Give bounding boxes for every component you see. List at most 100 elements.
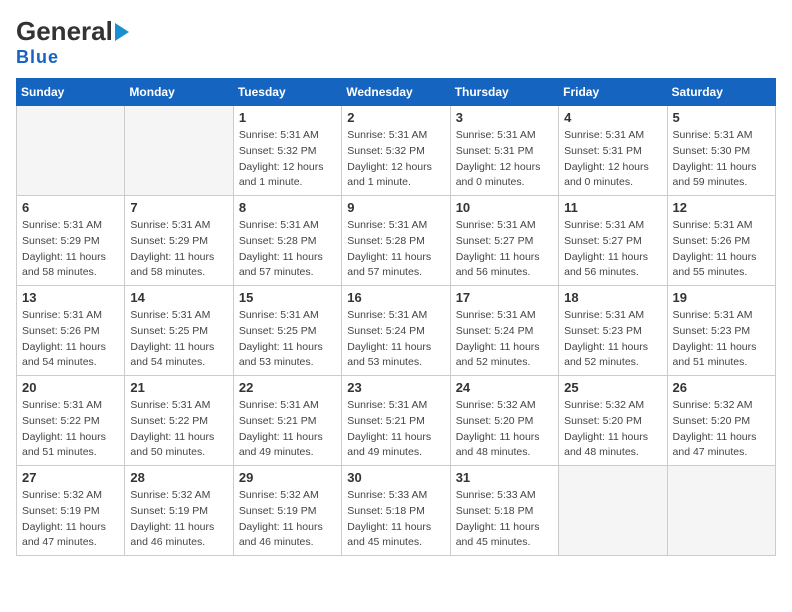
page-header: General Blue: [16, 16, 776, 68]
day-number: 11: [564, 200, 661, 215]
day-number: 3: [456, 110, 553, 125]
day-number: 22: [239, 380, 336, 395]
calendar-cell: 25 Sunrise: 5:32 AM Sunset: 5:20 PM Dayli…: [559, 376, 667, 466]
day-number: 23: [347, 380, 444, 395]
calendar-cell: 21 Sunrise: 5:31 AM Sunset: 5:22 PM Dayli…: [125, 376, 233, 466]
calendar-table: SundayMondayTuesdayWednesdayThursdayFrid…: [16, 78, 776, 556]
calendar-cell: [17, 106, 125, 196]
logo: General Blue: [16, 16, 129, 68]
calendar-cell: 27 Sunrise: 5:32 AM Sunset: 5:19 PM Dayli…: [17, 466, 125, 556]
day-detail: Sunrise: 5:31 AM Sunset: 5:26 PM Dayligh…: [673, 218, 770, 281]
calendar-cell: 6 Sunrise: 5:31 AM Sunset: 5:29 PM Daylig…: [17, 196, 125, 286]
calendar-cell: 4 Sunrise: 5:31 AM Sunset: 5:31 PM Daylig…: [559, 106, 667, 196]
day-number: 19: [673, 290, 770, 305]
day-number: 6: [22, 200, 119, 215]
day-detail: Sunrise: 5:32 AM Sunset: 5:20 PM Dayligh…: [456, 398, 553, 461]
day-detail: Sunrise: 5:31 AM Sunset: 5:25 PM Dayligh…: [130, 308, 227, 371]
calendar-cell: 19 Sunrise: 5:31 AM Sunset: 5:23 PM Dayli…: [667, 286, 775, 376]
calendar-cell: [125, 106, 233, 196]
calendar-cell: 16Sunrise: 5:31 AM Sunset: 5:24 PM Dayli…: [342, 286, 450, 376]
day-number: 21: [130, 380, 227, 395]
day-detail: Sunrise: 5:31 AM Sunset: 5:31 PM Dayligh…: [564, 128, 661, 191]
calendar-cell: 13Sunrise: 5:31 AM Sunset: 5:26 PM Dayli…: [17, 286, 125, 376]
calendar-body: 1 Sunrise: 5:31 AM Sunset: 5:32 PM Daylig…: [17, 106, 776, 556]
logo-arrow-icon: [115, 23, 129, 41]
day-number: 14: [130, 290, 227, 305]
day-number: 5: [673, 110, 770, 125]
day-detail: Sunrise: 5:31 AM Sunset: 5:27 PM Dayligh…: [564, 218, 661, 281]
day-number: 10: [456, 200, 553, 215]
day-detail: Sunrise: 5:31 AM Sunset: 5:22 PM Dayligh…: [130, 398, 227, 461]
day-detail: Sunrise: 5:32 AM Sunset: 5:20 PM Dayligh…: [564, 398, 661, 461]
calendar-week-1: 1 Sunrise: 5:31 AM Sunset: 5:32 PM Daylig…: [17, 106, 776, 196]
day-detail: Sunrise: 5:32 AM Sunset: 5:19 PM Dayligh…: [239, 488, 336, 551]
day-number: 12: [673, 200, 770, 215]
day-detail: Sunrise: 5:32 AM Sunset: 5:20 PM Dayligh…: [673, 398, 770, 461]
weekday-header-wednesday: Wednesday: [342, 79, 450, 106]
calendar-week-5: 27 Sunrise: 5:32 AM Sunset: 5:19 PM Dayli…: [17, 466, 776, 556]
weekday-header-thursday: Thursday: [450, 79, 558, 106]
weekday-header-tuesday: Tuesday: [233, 79, 341, 106]
day-detail: Sunrise: 5:31 AM Sunset: 5:32 PM Dayligh…: [239, 128, 336, 191]
calendar-week-4: 20 Sunrise: 5:31 AM Sunset: 5:22 PM Dayli…: [17, 376, 776, 466]
day-number: 28: [130, 470, 227, 485]
calendar-cell: [559, 466, 667, 556]
calendar-cell: 26Sunrise: 5:32 AM Sunset: 5:20 PM Dayli…: [667, 376, 775, 466]
calendar-cell: 22 Sunrise: 5:31 AM Sunset: 5:21 PM Dayli…: [233, 376, 341, 466]
day-detail: Sunrise: 5:31 AM Sunset: 5:30 PM Dayligh…: [673, 128, 770, 191]
day-detail: Sunrise: 5:31 AM Sunset: 5:28 PM Dayligh…: [239, 218, 336, 281]
day-detail: Sunrise: 5:31 AM Sunset: 5:32 PM Dayligh…: [347, 128, 444, 191]
day-detail: Sunrise: 5:31 AM Sunset: 5:28 PM Dayligh…: [347, 218, 444, 281]
calendar-cell: 28 Sunrise: 5:32 AM Sunset: 5:19 PM Dayli…: [125, 466, 233, 556]
calendar-cell: 17Sunrise: 5:31 AM Sunset: 5:24 PM Dayli…: [450, 286, 558, 376]
day-detail: Sunrise: 5:31 AM Sunset: 5:23 PM Dayligh…: [564, 308, 661, 371]
day-number: 18: [564, 290, 661, 305]
day-detail: Sunrise: 5:31 AM Sunset: 5:25 PM Dayligh…: [239, 308, 336, 371]
calendar-cell: 18 Sunrise: 5:31 AM Sunset: 5:23 PM Dayli…: [559, 286, 667, 376]
calendar-cell: 15 Sunrise: 5:31 AM Sunset: 5:25 PM Dayli…: [233, 286, 341, 376]
calendar-cell: 30Sunrise: 5:33 AM Sunset: 5:18 PM Dayli…: [342, 466, 450, 556]
calendar-cell: 9Sunrise: 5:31 AM Sunset: 5:28 PM Daylig…: [342, 196, 450, 286]
calendar-cell: 1 Sunrise: 5:31 AM Sunset: 5:32 PM Daylig…: [233, 106, 341, 196]
day-detail: Sunrise: 5:31 AM Sunset: 5:22 PM Dayligh…: [22, 398, 119, 461]
day-detail: Sunrise: 5:31 AM Sunset: 5:21 PM Dayligh…: [239, 398, 336, 461]
weekday-header-saturday: Saturday: [667, 79, 775, 106]
calendar-cell: 24Sunrise: 5:32 AM Sunset: 5:20 PM Dayli…: [450, 376, 558, 466]
day-number: 16: [347, 290, 444, 305]
day-number: 25: [564, 380, 661, 395]
day-detail: Sunrise: 5:31 AM Sunset: 5:24 PM Dayligh…: [456, 308, 553, 371]
calendar-cell: 5 Sunrise: 5:31 AM Sunset: 5:30 PM Daylig…: [667, 106, 775, 196]
calendar-cell: 3 Sunrise: 5:31 AM Sunset: 5:31 PM Daylig…: [450, 106, 558, 196]
day-number: 20: [22, 380, 119, 395]
day-detail: Sunrise: 5:31 AM Sunset: 5:27 PM Dayligh…: [456, 218, 553, 281]
calendar-cell: 10 Sunrise: 5:31 AM Sunset: 5:27 PM Dayli…: [450, 196, 558, 286]
day-detail: Sunrise: 5:33 AM Sunset: 5:18 PM Dayligh…: [456, 488, 553, 551]
day-number: 29: [239, 470, 336, 485]
day-detail: Sunrise: 5:31 AM Sunset: 5:21 PM Dayligh…: [347, 398, 444, 461]
calendar-cell: 11 Sunrise: 5:31 AM Sunset: 5:27 PM Dayli…: [559, 196, 667, 286]
day-detail: Sunrise: 5:31 AM Sunset: 5:29 PM Dayligh…: [22, 218, 119, 281]
calendar-week-3: 13Sunrise: 5:31 AM Sunset: 5:26 PM Dayli…: [17, 286, 776, 376]
calendar-cell: 31Sunrise: 5:33 AM Sunset: 5:18 PM Dayli…: [450, 466, 558, 556]
weekday-header-sunday: Sunday: [17, 79, 125, 106]
day-detail: Sunrise: 5:32 AM Sunset: 5:19 PM Dayligh…: [22, 488, 119, 551]
day-detail: Sunrise: 5:31 AM Sunset: 5:31 PM Dayligh…: [456, 128, 553, 191]
day-number: 15: [239, 290, 336, 305]
day-number: 4: [564, 110, 661, 125]
day-detail: Sunrise: 5:31 AM Sunset: 5:26 PM Dayligh…: [22, 308, 119, 371]
day-detail: Sunrise: 5:31 AM Sunset: 5:29 PM Dayligh…: [130, 218, 227, 281]
calendar-cell: 2Sunrise: 5:31 AM Sunset: 5:32 PM Daylig…: [342, 106, 450, 196]
day-number: 27: [22, 470, 119, 485]
weekday-header-monday: Monday: [125, 79, 233, 106]
logo-general: General: [16, 16, 113, 47]
logo-blue: Blue: [16, 47, 59, 68]
day-detail: Sunrise: 5:31 AM Sunset: 5:23 PM Dayligh…: [673, 308, 770, 371]
calendar-cell: 14 Sunrise: 5:31 AM Sunset: 5:25 PM Dayli…: [125, 286, 233, 376]
calendar-cell: 29 Sunrise: 5:32 AM Sunset: 5:19 PM Dayli…: [233, 466, 341, 556]
day-number: 1: [239, 110, 336, 125]
calendar-cell: 23 Sunrise: 5:31 AM Sunset: 5:21 PM Dayli…: [342, 376, 450, 466]
day-detail: Sunrise: 5:33 AM Sunset: 5:18 PM Dayligh…: [347, 488, 444, 551]
day-number: 7: [130, 200, 227, 215]
calendar-cell: 8Sunrise: 5:31 AM Sunset: 5:28 PM Daylig…: [233, 196, 341, 286]
day-detail: Sunrise: 5:32 AM Sunset: 5:19 PM Dayligh…: [130, 488, 227, 551]
